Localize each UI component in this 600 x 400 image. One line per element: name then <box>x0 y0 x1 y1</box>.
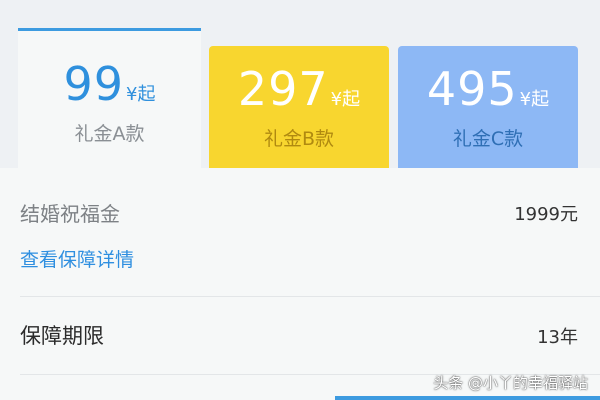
term-label: 保障期限 <box>20 324 104 348</box>
plan-details: 结婚祝福金 1999元 查看保障详情 保障期限 13年 <box>0 168 600 400</box>
plan-a-price-unit: ¥起 <box>126 84 156 105</box>
tab-plan-a[interactable]: 99 ¥起 礼金A款 <box>18 28 201 168</box>
view-coverage-link[interactable]: 查看保障详情 <box>20 245 134 272</box>
gift-value: 1999元 <box>514 204 578 225</box>
plan-a-name: 礼金A款 <box>74 123 145 145</box>
plan-c-name: 礼金C款 <box>452 128 524 150</box>
watermark: 头条 @小丫的幸福驿站 <box>433 374 588 392</box>
tab-plan-b[interactable]: 297 ¥起 礼金B款 <box>209 46 389 168</box>
plan-tabs: 99 ¥起 礼金A款 297 ¥起 礼金B款 495 ¥起 礼金C款 <box>0 0 600 168</box>
plan-b-price-unit: ¥起 <box>330 89 361 110</box>
divider <box>20 296 600 297</box>
plan-c-price-number: 495 <box>426 62 518 116</box>
plan-b-price: 297 ¥起 <box>209 66 389 112</box>
plan-a-price: 99 ¥起 <box>18 61 201 107</box>
gift-label: 结婚祝福金 <box>20 202 120 226</box>
plan-a-price-number: 99 <box>63 57 125 111</box>
bottom-accent-bar <box>335 396 600 400</box>
plan-c-price: 495 ¥起 <box>398 66 578 112</box>
plan-c-price-unit: ¥起 <box>519 89 550 110</box>
term-value: 13年 <box>537 327 578 348</box>
plan-b-price-number: 297 <box>237 62 329 116</box>
plan-b-name: 礼金B款 <box>263 128 335 150</box>
tab-plan-c[interactable]: 495 ¥起 礼金C款 <box>398 46 578 168</box>
